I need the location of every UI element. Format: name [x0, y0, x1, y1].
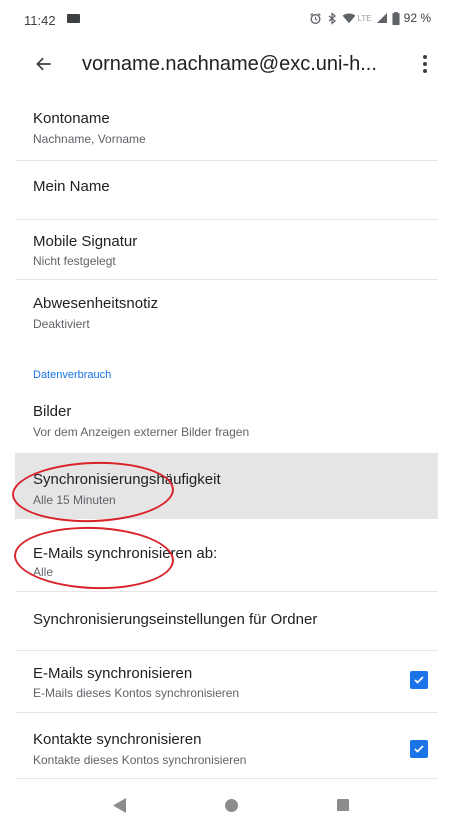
setting-title: Kontakte synchronisieren	[33, 731, 202, 748]
account-title: vorname.nachname@exc.uni-h...	[82, 53, 377, 75]
battery-icon	[392, 11, 400, 25]
setting-title: E-Mails synchronisieren ab:	[33, 545, 218, 562]
status-time: 11:42	[24, 13, 56, 28]
app-notification-icon	[67, 14, 80, 23]
app-bar: vorname.nachname@exc.uni-h...	[0, 40, 453, 96]
wifi-icon	[342, 13, 355, 24]
setting-subtitle: Nicht festgelegt	[33, 254, 116, 268]
setting-mein-name[interactable]: Mein Name	[15, 160, 438, 219]
setting-title: Mein Name	[33, 178, 110, 195]
setting-title: E-Mails synchronisieren	[33, 665, 193, 682]
setting-sync-frequency[interactable]: Synchronisierungshäufigkeit Alle 15 Minu…	[15, 453, 438, 519]
setting-kontoname[interactable]: Kontoname Nachname, Vorname	[15, 96, 438, 160]
checkmark-icon	[414, 745, 424, 753]
setting-folder-sync[interactable]: Synchronisierungseinstellungen für Ordne…	[15, 591, 438, 650]
battery-percent: 92 %	[403, 11, 431, 25]
checkmark-icon	[414, 676, 424, 684]
setting-title: Synchronisierungshäufigkeit	[33, 471, 221, 488]
status-icons: LTE 92 %	[309, 11, 431, 25]
setting-subtitle: Nachname, Vorname	[33, 132, 146, 146]
setting-subtitle: Alle	[33, 565, 54, 579]
nav-back-icon[interactable]	[113, 798, 127, 813]
back-button[interactable]	[30, 50, 58, 78]
nav-recents-icon[interactable]	[337, 799, 349, 811]
status-bar: 11:42 LTE 92 %	[0, 0, 453, 40]
setting-title: Synchronisierungseinstellungen für Ordne…	[33, 611, 318, 628]
setting-abwesenheitsnotiz[interactable]: Abwesenheitsnotiz Deaktiviert	[15, 279, 438, 339]
network-type-label: LTE	[357, 13, 372, 23]
setting-contacts-sync[interactable]: Kontakte synchronisieren Kontakte dieses…	[15, 712, 438, 778]
signal-icon	[376, 13, 387, 23]
alarm-icon	[309, 12, 321, 24]
setting-sync-from[interactable]: E-Mails synchronisieren ab: Alle	[15, 519, 438, 591]
email-sync-checkbox[interactable]	[410, 671, 428, 689]
setting-title: Kontoname	[33, 110, 110, 127]
setting-mobile-signatur[interactable]: Mobile Signatur Nicht festgelegt	[15, 219, 438, 279]
setting-subtitle: Alle 15 Minuten	[33, 493, 116, 507]
setting-title: Bilder	[33, 403, 72, 420]
setting-subtitle: Kontakte dieses Kontos synchronisieren	[33, 753, 247, 767]
setting-subtitle: Vor dem Anzeigen externer Bilder fragen	[33, 425, 250, 439]
back-arrow-icon	[36, 57, 51, 71]
contacts-sync-checkbox[interactable]	[410, 740, 428, 758]
setting-email-sync[interactable]: E-Mails synchronisieren E-Mails dieses K…	[15, 650, 438, 712]
setting-subtitle: Deaktiviert	[33, 317, 90, 331]
setting-title: Abwesenheitsnotiz	[33, 295, 159, 312]
setting-subtitle: E-Mails dieses Kontos synchronisieren	[33, 686, 240, 700]
more-vert-icon	[423, 55, 427, 73]
system-nav-bar	[0, 786, 453, 828]
setting-title: Mobile Signatur	[33, 233, 138, 250]
section-header-datenverbrauch: Datenverbrauch	[33, 369, 112, 381]
setting-bilder[interactable]: Bilder Vor dem Anzeigen externer Bilder …	[15, 390, 438, 452]
nav-home-icon[interactable]	[225, 799, 238, 812]
bluetooth-icon	[328, 11, 336, 25]
overflow-menu-button[interactable]	[411, 50, 439, 78]
